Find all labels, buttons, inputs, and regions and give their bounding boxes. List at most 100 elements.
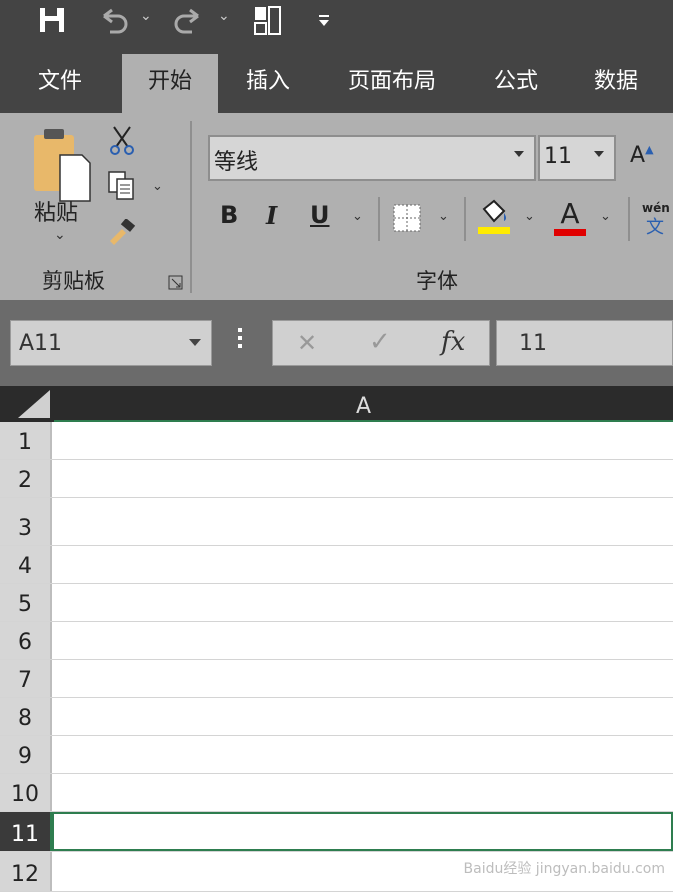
redo-icon[interactable] [172,6,208,34]
table-row: 3 [0,498,673,546]
cell[interactable] [52,774,673,811]
underline-dropdown-icon[interactable]: ⌄ [352,209,363,224]
row-header[interactable]: 1 [0,422,52,459]
phonetic-guide-icon[interactable]: 文 [646,213,664,239]
font-name-value: 等线 [214,150,259,175]
customize-toolbar-icon[interactable] [317,14,331,28]
group-separator [378,197,380,241]
tab-page-layout[interactable]: 页面布局 [330,54,454,113]
row-header[interactable]: 3 [0,498,52,545]
group-separator [628,197,630,241]
font-color-dropdown-icon[interactable]: ⌄ [600,209,611,224]
table-row: 10 [0,774,673,812]
column-header-a[interactable]: A [54,386,673,422]
tab-insert[interactable]: 插入 [230,54,306,113]
cancel-icon[interactable]: ✕ [297,329,317,357]
table-row: 11 [0,812,673,852]
formula-value: 11 [519,331,547,356]
redo-dropdown-icon[interactable]: ⌄ [218,8,230,24]
font-color-button[interactable]: A [554,197,586,230]
name-box[interactable]: A11 [10,320,212,366]
tab-data[interactable]: 数据 [578,54,654,113]
cell[interactable] [52,460,673,497]
bold-button[interactable]: B [220,201,238,229]
row-header[interactable]: 6 [0,622,52,659]
ribbon-tabs: 文件 开始 插入 页面布局 公式 数据 [0,46,673,113]
paste-label[interactable]: 粘贴 [34,195,78,227]
tab-home[interactable]: 开始 [122,54,218,113]
format-painter-icon[interactable] [108,219,138,245]
row-header[interactable]: 11 [0,812,52,851]
cell[interactable] [52,736,673,773]
row-number: 2 [18,468,32,493]
row-header[interactable]: 10 [0,774,52,811]
save-icon[interactable] [38,6,68,34]
cell[interactable] [52,498,673,545]
row-number: 1 [18,430,32,455]
table-row: 6 [0,622,673,660]
undo-icon[interactable] [96,6,132,34]
watermark: Baidu经验 jingyan.baidu.com [463,861,665,877]
cell[interactable] [52,660,673,697]
font-size-value: 11 [544,144,572,169]
chevron-down-icon[interactable] [514,151,524,157]
underline-button[interactable]: U [310,201,330,229]
cell[interactable] [52,546,673,583]
border-icon[interactable] [392,203,424,233]
row-number: 5 [18,592,32,617]
clipboard-group-label: 剪贴板 [42,269,105,293]
paste-dropdown-icon[interactable]: ⌄ [54,227,66,243]
row-number: 11 [11,822,39,847]
insert-function-icon[interactable]: fx [441,327,465,357]
cell[interactable] [52,584,673,621]
row-number: 10 [11,782,39,807]
row-number: 4 [18,554,32,579]
paste-icon[interactable] [32,127,92,203]
formula-input[interactable]: 11 [496,320,673,366]
row-number: 12 [11,862,39,887]
layout-icon[interactable] [252,4,284,36]
formula-bar-area: A11 ✕ ✓ fx 11 [0,300,673,386]
row-header[interactable]: 7 [0,660,52,697]
row-header[interactable]: 5 [0,584,52,621]
row-header[interactable]: 4 [0,546,52,583]
tab-formulas[interactable]: 公式 [478,54,554,113]
enter-icon[interactable]: ✓ [369,327,391,357]
cell[interactable] [52,622,673,659]
row-number: 9 [18,744,32,769]
font-name-combo[interactable]: 等线 [208,135,536,181]
font-size-combo[interactable]: 11 [538,135,616,181]
ribbon: 粘贴 ⌄ ⌄ 剪贴板 等线 11 A▲ B I U ⌄ ⌄ ⌄ A ⌄ wén … [0,113,673,300]
select-all-corner[interactable] [0,386,54,422]
fill-color-icon[interactable] [476,199,512,235]
table-row: 7 [0,660,673,698]
chevron-down-icon[interactable] [594,151,604,157]
row-header[interactable]: 2 [0,460,52,497]
increase-font-size-icon[interactable]: A▲ [630,143,654,168]
row-header[interactable]: 9 [0,736,52,773]
border-dropdown-icon[interactable]: ⌄ [438,209,449,224]
row-number: 6 [18,630,32,655]
row-number: 8 [18,706,32,731]
cell[interactable] [52,812,673,851]
group-separator [190,121,192,293]
cut-icon[interactable] [108,125,136,157]
cell[interactable] [52,698,673,735]
tab-file[interactable]: 文件 [20,54,100,113]
undo-dropdown-icon[interactable]: ⌄ [140,8,152,24]
clipboard-dialog-launcher-icon[interactable] [168,275,184,291]
name-box-value: A11 [19,331,63,356]
copy-icon[interactable] [106,169,138,201]
table-row: 1 [0,422,673,460]
italic-button[interactable]: I [266,201,277,230]
row-header[interactable]: 12 [0,852,52,891]
copy-dropdown-icon[interactable]: ⌄ [152,179,163,194]
sheet-grid: 1 2 3 4 5 6 7 8 9 10 11 12 [0,422,673,892]
fill-color-dropdown-icon[interactable]: ⌄ [524,209,535,224]
chevron-down-icon[interactable] [189,339,201,346]
font-color-swatch [554,229,586,236]
row-header[interactable]: 8 [0,698,52,735]
font-group-label: 字体 [416,269,458,293]
cell[interactable] [52,422,673,459]
more-icon[interactable] [238,328,244,348]
